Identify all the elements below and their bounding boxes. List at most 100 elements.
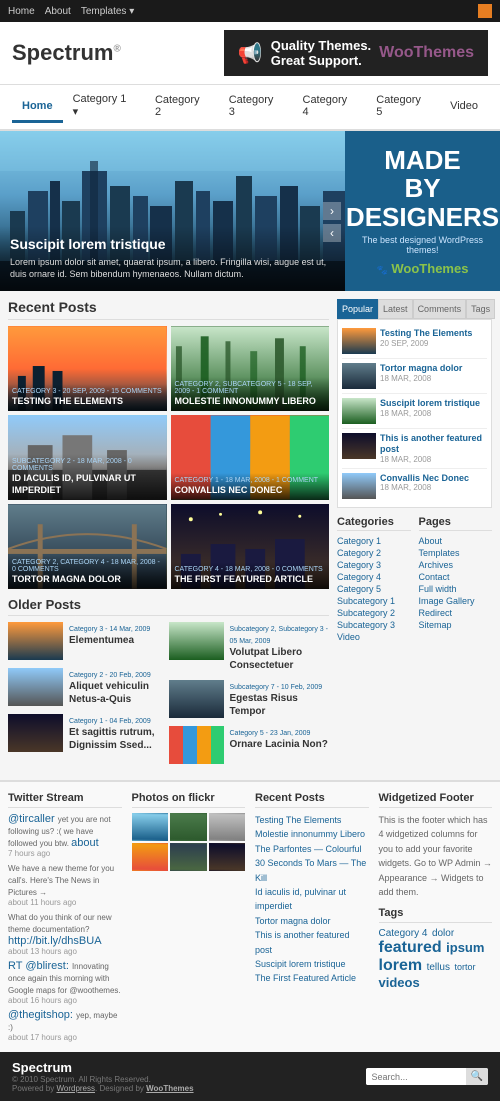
post-thumb-5[interactable]: CATEGORY 2, CATEGORY 4 - 18 MAR, 2008 - … [8,504,167,589]
nav-cat5[interactable]: Category 5 [366,86,440,129]
sidebar-thumb-4[interactable] [342,433,376,459]
older-thumb-4[interactable] [169,680,224,718]
flickr-thumb-6[interactable] [209,843,246,871]
older-thumb-6[interactable] [169,726,224,764]
sidebar-thumb-1[interactable] [342,328,376,354]
page-archives[interactable]: Archives [419,559,493,571]
nav-cat2[interactable]: Category 2 [145,86,219,129]
hero-next-btn[interactable]: › [323,202,341,220]
freq-2[interactable]: Molestie innonummy Libero [255,827,369,841]
footer-search-button[interactable]: 🔍 [466,1068,488,1085]
categories-title: Categories [337,516,411,531]
nav-video[interactable]: Video [440,92,488,123]
post-thumb-1[interactable]: CATEGORY 3 - 20 SEP, 2009 - 15 COMMENTS … [8,326,167,411]
tweet-4: RT @blirest: Innovating once again this … [8,960,122,1005]
admin-bar-home[interactable]: Home [8,6,35,17]
tag-tellus[interactable]: tellus [427,962,450,973]
cat-item-3[interactable]: Category 3 [337,559,411,571]
tag-cat4[interactable]: Category 4 [379,928,428,939]
flickr-thumb-2[interactable] [170,813,207,841]
tweet-time-5: about 17 hours ago [8,1033,122,1042]
freq-4[interactable]: 30 Seconds To Mars — The Kill [255,856,369,885]
sidebar-post-title-5: Convallis Nec Donec [380,473,487,484]
nav-cat1[interactable]: Category 1 ▾ [63,85,145,129]
freq-5[interactable]: Id iaculis id, pulvinar ut imperdiet [255,885,369,914]
freq-1[interactable]: Testing The Elements [255,813,369,827]
cat-item-4[interactable]: Category 4 [337,571,411,583]
cat-item-5[interactable]: Category 5 [337,583,411,595]
older-posts-grid: Category 3 - 14 Mar, 2009 Elementumea Ca… [8,622,329,772]
tab-tags[interactable]: Tags [466,299,495,319]
site-logo: Spectrum® [12,40,121,66]
footer-search-input[interactable] [366,1069,466,1085]
freq-8[interactable]: Suscipit lorem tristique [255,957,369,971]
hero-title: Suscipit lorem tristique [10,236,335,252]
speaker-icon: 📢 [238,41,263,66]
tab-latest[interactable]: Latest [378,299,413,319]
page-about[interactable]: About [419,535,493,547]
cat-item-sub1[interactable]: Subcategory 1 [337,595,411,607]
sidebar-posts: Testing The Elements 20 SEP, 2009 Tortor… [337,319,492,508]
tweet-link-3[interactable]: http://bit.ly/dhsBUA [8,935,102,947]
cat-item-1[interactable]: Category 1 [337,535,411,547]
page-gallery[interactable]: Image Gallery [419,595,493,607]
cat-item-video[interactable]: Video [337,631,411,643]
tweet-handle-4: RT @blirest: [8,960,69,972]
page-redirect[interactable]: Redirect [419,607,493,619]
sidebar-thumb-5[interactable] [342,473,376,499]
page-contact[interactable]: Contact [419,571,493,583]
page-templates[interactable]: Templates [419,547,493,559]
older-post-6: Category 5 - 23 Jan, 2009 Ornare Lacinia… [169,726,330,764]
admin-bar-templates[interactable]: Templates ▾ [81,6,134,17]
cat-item-sub3[interactable]: Subcategory 3 [337,619,411,631]
sidebar-categories: Categories Category 1 Category 2 Categor… [337,516,411,643]
hero-prev-btn[interactable]: ‹ [323,224,341,242]
freq-7[interactable]: This is another featured post [255,928,369,957]
tag-ipsum[interactable]: ipsum [446,940,484,955]
tab-popular[interactable]: Popular [337,299,378,319]
flickr-thumb-4[interactable] [132,843,169,871]
page-sitemap[interactable]: Sitemap [419,619,493,631]
nav-home[interactable]: Home [12,92,63,123]
post-thumb-6[interactable]: CATEGORY 4 - 18 MAR, 2008 - 0 COMMENTS T… [171,504,330,589]
main-content: Recent Posts CATEGORY 3 - 20 SEP, 2009 -… [0,291,500,780]
flickr-thumb-1[interactable] [132,813,169,841]
older-post-1: Category 3 - 14 Mar, 2009 Elementumea [8,622,169,660]
older-thumb-2[interactable] [169,622,224,660]
page-fullwidth[interactable]: Full width [419,583,493,595]
flickr-thumb-3[interactable] [209,813,246,841]
tag-videos[interactable]: videos [379,975,420,990]
cat-item-2[interactable]: Category 2 [337,547,411,559]
flickr-thumb-5[interactable] [170,843,207,871]
woothemes-link[interactable]: WooThemes [146,1084,193,1093]
freq-9[interactable]: The First Featured Article [255,971,369,985]
tab-comments[interactable]: Comments [413,299,467,319]
footer-logo: Spectrum [12,1060,194,1075]
tag-featured[interactable]: featured [379,939,442,956]
tag-dolor[interactable]: dolor [432,928,454,939]
tag-cloud: Category 4 dolor featured ipsum lorem te… [379,928,493,990]
freq-3[interactable]: The Parfontes — Colourful [255,842,369,856]
older-thumb-3[interactable] [8,668,63,706]
footer-flickr: Photos on flickr [132,792,246,1042]
post-cat-2: CATEGORY 2, SUBCATEGORY 5 - 18 SEP, 2009… [175,381,326,395]
post-thumb-4[interactable]: CATEGORY 1 - 18 MAR, 2008 - 1 COMMENT CO… [171,415,330,500]
nav-cat3[interactable]: Category 3 [219,86,293,129]
wordpress-link[interactable]: Wordpress [56,1084,95,1093]
admin-bar-about[interactable]: About [45,6,71,17]
older-thumb-1[interactable] [8,622,63,660]
nav-cat4[interactable]: Category 4 [293,86,367,129]
freq-6[interactable]: Tortor magna dolor [255,914,369,928]
sidebar-thumb-2[interactable] [342,363,376,389]
sidebar-post-3: Suscipit lorem tristique 18 MAR, 2008 [342,394,487,429]
sidebar-thumb-3[interactable] [342,398,376,424]
footer-left: Spectrum © 2010 Spectrum. All Rights Res… [12,1060,194,1093]
hero-section: Suscipit lorem tristique Lorem ipsum dol… [0,131,500,291]
tag-lorem[interactable]: lorem [379,957,423,974]
tag-tortor[interactable]: tortor [454,962,475,972]
post-thumb-3[interactable]: SUBCATEGORY 2 - 18 MAR, 2008 - 0 COMMENT… [8,415,167,500]
older-thumb-5[interactable] [8,714,63,752]
post-thumb-2[interactable]: CATEGORY 2, SUBCATEGORY 5 - 18 SEP, 2009… [171,326,330,411]
cat-item-sub2[interactable]: Subcategory 2 [337,607,411,619]
tweet-link-1[interactable]: about [71,837,99,849]
